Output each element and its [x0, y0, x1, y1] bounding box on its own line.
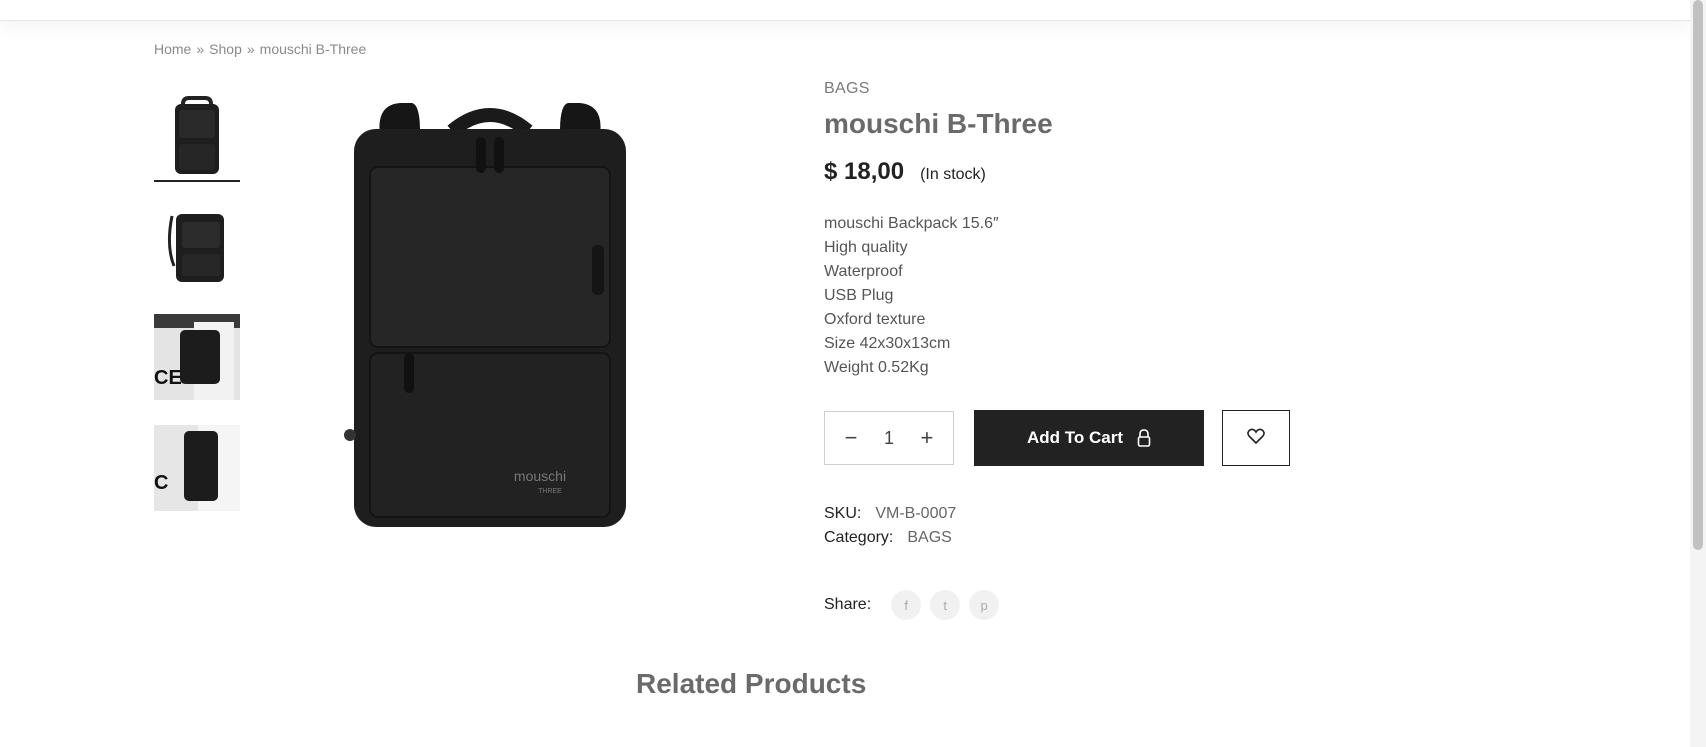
- product-title: mouschi B-Three: [824, 108, 1053, 139]
- bag-brand-sub: THREE: [538, 488, 562, 495]
- quantity-decrease-button[interactable]: −: [839, 425, 863, 451]
- wishlist-button[interactable]: [1222, 410, 1290, 466]
- thumbnail-side[interactable]: [154, 203, 240, 289]
- thumbnail-front[interactable]: [154, 92, 240, 182]
- product-main-image[interactable]: mouschi THREE: [340, 95, 640, 535]
- description-line: High quality: [824, 239, 908, 256]
- pinterest-icon[interactable]: p: [969, 590, 1000, 620]
- product-description: mouschi Backpack 15.6″ High quality Wate…: [824, 212, 1324, 380]
- description-line: Size 42x30x13cm: [824, 335, 951, 352]
- share-label: Share:: [824, 596, 872, 613]
- add-to-cart-button[interactable]: Add To Cart: [974, 410, 1204, 466]
- quantity-input[interactable]: 1: [884, 428, 894, 449]
- quantity-stepper: − 1 +: [824, 411, 954, 465]
- share-icons: f t p: [891, 590, 1008, 620]
- sku-label: SKU:: [824, 505, 862, 522]
- sku-value: VM-B-0007: [875, 505, 957, 522]
- thumbnail-model-front[interactable]: CE: [154, 314, 240, 400]
- product-category-tag[interactable]: BAGS: [824, 80, 1324, 98]
- sku-row: SKU: VM-B-0007: [824, 502, 1324, 526]
- facebook-icon[interactable]: f: [891, 590, 922, 620]
- svg-text:CE: CE: [154, 367, 182, 389]
- breadcrumb-separator: »: [196, 41, 205, 57]
- heart-icon: [1247, 428, 1265, 449]
- site-header-bar: [0, 0, 1690, 21]
- share-row: Share: f t p: [824, 590, 1324, 620]
- quantity-increase-button[interactable]: +: [915, 425, 939, 451]
- page-scrollbar[interactable]: [1690, 0, 1706, 747]
- thumbnail-gallery: CE C: [154, 92, 241, 536]
- related-products-heading: Related Products: [636, 668, 867, 699]
- price-row: $ 18,00 (In stock): [824, 158, 1324, 186]
- breadcrumb: Home» Shop» mouschi B-Three: [154, 41, 366, 57]
- description-line: Waterproof: [824, 263, 903, 280]
- product-info: BAGS mouschi B-Three $ 18,00 (In stock) …: [824, 80, 1324, 620]
- breadcrumb-shop[interactable]: Shop: [209, 41, 242, 57]
- add-to-cart-label: Add To Cart: [1026, 428, 1123, 447]
- breadcrumb-home[interactable]: Home: [154, 41, 191, 57]
- product-meta: SKU: VM-B-0007 Category: BAGS: [824, 502, 1324, 550]
- thumbnail-model-back[interactable]: C: [154, 425, 240, 511]
- svg-text:C: C: [154, 472, 168, 494]
- breadcrumb-separator: »: [246, 41, 255, 57]
- twitter-icon[interactable]: t: [930, 590, 961, 620]
- category-link[interactable]: BAGS: [907, 529, 951, 546]
- lock-icon: [1137, 429, 1151, 447]
- description-line: mouschi Backpack 15.6″: [824, 215, 999, 232]
- breadcrumb-current: mouschi B-Three: [259, 41, 367, 57]
- scrollbar-thumb[interactable]: [1693, 0, 1703, 550]
- description-line: USB Plug: [824, 287, 894, 304]
- description-line: Oxford texture: [824, 311, 926, 328]
- product-price: $ 18,00: [824, 158, 905, 185]
- add-to-cart-row: − 1 + Add To Cart: [824, 410, 1324, 466]
- stock-status: (In stock): [920, 166, 986, 183]
- category-row: Category: BAGS: [824, 526, 1324, 550]
- description-line: Weight 0.52Kg: [824, 359, 929, 376]
- category-label: Category:: [824, 529, 894, 546]
- bag-brand-print: mouschi: [514, 468, 566, 484]
